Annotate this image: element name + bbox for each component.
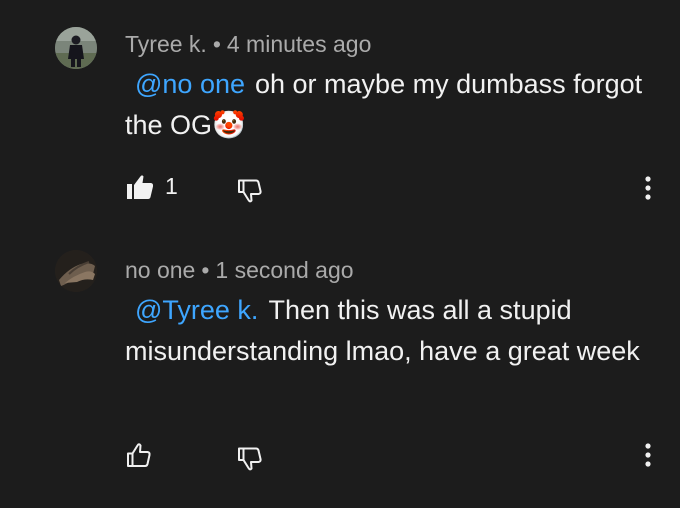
comment-author[interactable]: no one	[125, 257, 195, 283]
like-button[interactable]	[126, 442, 154, 468]
avatar[interactable]	[55, 250, 97, 292]
dislike-button[interactable]	[237, 446, 263, 472]
thumbs-up-outline-icon	[126, 442, 154, 468]
more-actions-button[interactable]	[638, 440, 658, 470]
mention-link[interactable]: @Tyree k.	[135, 295, 258, 325]
comment-meta: no one • 1 second ago	[125, 257, 354, 284]
thumbs-down-outline-icon	[237, 446, 263, 472]
more-vert-icon	[638, 440, 658, 470]
comment-text: @Tyree k. Then this was all a stupid misu…	[125, 290, 645, 372]
meta-separator: •	[201, 257, 210, 283]
comment-timestamp[interactable]: 1 second ago	[215, 257, 353, 283]
comment-item: no one • 1 second ago @Tyree k. Then this w…	[0, 0, 680, 508]
